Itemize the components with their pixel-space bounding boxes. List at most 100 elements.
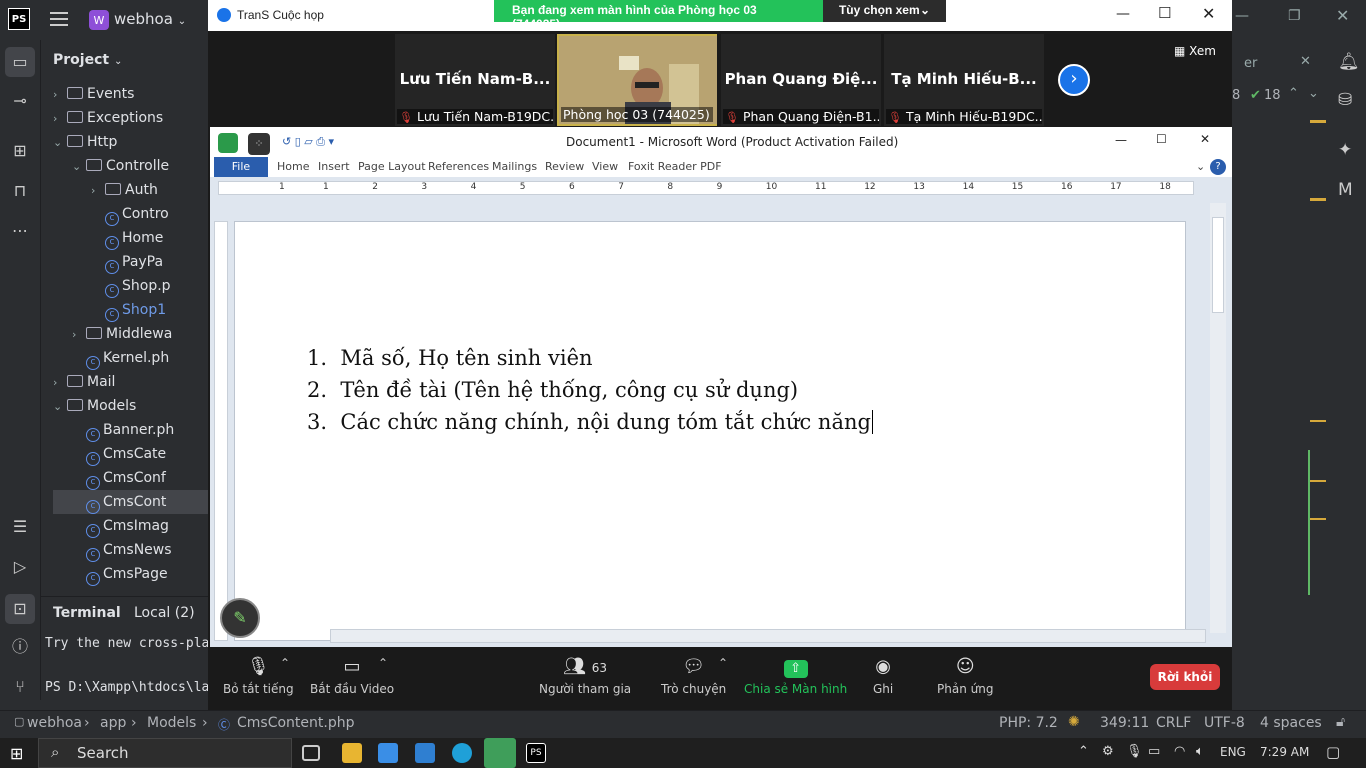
markdown-icon[interactable]: M (1338, 180, 1353, 200)
minimize-icon[interactable]: — (1115, 133, 1127, 147)
tab-review[interactable]: Review (545, 160, 584, 173)
file-explorer-icon[interactable] (342, 743, 362, 763)
minimize-icon[interactable]: — (1116, 6, 1130, 22)
chevron-down-icon[interactable]: ⌄ (53, 131, 67, 154)
participant-tile[interactable]: Lưu Tiến Nam-B... 🎙︎ Lưu Tiến Nam-B19DC.… (395, 34, 555, 126)
clock[interactable]: 7:29 AM (1260, 745, 1309, 759)
chevron-up-icon[interactable]: ⌃ (1288, 86, 1299, 101)
tree-item[interactable]: ⌄ Http (53, 130, 213, 154)
participants-button[interactable]: 👥︎ 63 Người tham gia (539, 656, 631, 696)
chevron-down-icon[interactable]: ⌄ (72, 155, 86, 178)
chevron-right-icon[interactable]: › (53, 107, 67, 130)
windows-start-icon[interactable]: ⊞ (10, 744, 23, 763)
chevron-right-icon[interactable]: › (53, 371, 67, 394)
breadcrumb-app[interactable]: app (100, 715, 126, 731)
lock-icon[interactable]: 🔓︎ (1336, 714, 1345, 730)
close-icon[interactable]: ✕ (1200, 132, 1210, 146)
tab-foxit[interactable]: Foxit Reader PDF (628, 160, 722, 173)
document-page[interactable]: 1. Mã số, Họ tên sinh viên 2. Tên đề tài… (234, 221, 1186, 641)
horizontal-ruler[interactable]: 1 1 2 3 4 5 6 7 8 9 10 11 12 13 14 15 16 17 18 (218, 181, 1194, 195)
bookmark-icon[interactable]: ⊓ (9, 180, 31, 202)
chevron-down-icon[interactable]: ⌄ (53, 395, 67, 418)
chevron-down-icon[interactable]: ⌄ (1196, 160, 1205, 173)
leave-button[interactable]: Rời khỏi (1150, 664, 1220, 690)
tab-close-icon[interactable]: ✕ (1300, 54, 1311, 69)
scroll-thumb[interactable] (1212, 217, 1224, 313)
chat-options-chevron-icon[interactable]: ⌃ (718, 656, 728, 670)
participant-tile[interactable]: Phan Quang Điệ... 🎙︎ Phan Quang Điện-B1.… (721, 34, 881, 126)
chevron-right-icon[interactable]: › (91, 179, 105, 202)
wifi-icon[interactable]: ◠ (1174, 744, 1185, 759)
tab-home[interactable]: Home (277, 160, 309, 173)
git-icon[interactable]: ⑂ (9, 676, 31, 698)
share-screen-button[interactable]: ⇧ Chia sẻ Màn hình (744, 656, 847, 696)
phpstorm-taskbar-icon[interactable]: PS (526, 743, 546, 763)
video-options-chevron-icon[interactable]: ⌃ (378, 656, 388, 670)
close-icon[interactable]: ✕ (1202, 4, 1215, 23)
volume-icon[interactable]: 🔈︎ (1196, 744, 1204, 759)
close-icon[interactable]: ✕ (1336, 6, 1349, 25)
inspection-icon[interactable]: ✺ (1068, 714, 1080, 730)
next-page-button[interactable]: › (1058, 64, 1090, 96)
line-ending[interactable]: CRLF (1156, 715, 1191, 731)
task-view-icon[interactable] (302, 745, 320, 761)
database-icon[interactable]: ⛁ (1338, 90, 1352, 110)
mail-icon[interactable] (415, 743, 435, 763)
horizontal-scrollbar[interactable] (330, 629, 1206, 643)
participant-tile-active[interactable]: Phòng học 03 (744025) (557, 34, 717, 126)
minimize-icon[interactable]: — (1235, 8, 1249, 24)
store-icon[interactable] (378, 743, 398, 763)
tab-page-layout[interactable]: Page Layout (358, 160, 426, 173)
commit-icon[interactable]: ⊸ (9, 90, 31, 112)
structure-icon[interactable]: ⊞ (9, 140, 31, 162)
tree-item[interactable]: ⌄ Models (53, 394, 213, 418)
tab-mailings[interactable]: Mailings (492, 160, 537, 173)
record-button[interactable]: ◉ Ghi (873, 656, 893, 696)
project-panel-title[interactable]: Project ⌄ (53, 52, 122, 68)
chevron-down-icon[interactable]: ⌄ (1308, 86, 1319, 101)
terminal-icon[interactable]: ⊡ (5, 594, 35, 624)
tree-item[interactable]: › Mail (53, 370, 213, 394)
php-version[interactable]: PHP: 7.2 (999, 715, 1058, 731)
chevron-right-icon[interactable]: › (72, 323, 86, 346)
view-toggle[interactable]: ▦ Xem (1174, 44, 1216, 58)
breadcrumb-models[interactable]: Models (147, 715, 196, 731)
tab-file[interactable]: File (214, 157, 268, 177)
vertical-scrollbar[interactable] (1210, 203, 1226, 633)
chevron-right-icon[interactable]: › (53, 83, 67, 106)
file-encoding[interactable]: UTF-8 (1204, 715, 1245, 731)
notifications-icon[interactable]: 🔔︎ (1338, 52, 1360, 72)
tab-insert[interactable]: Insert (318, 160, 350, 173)
tree-item[interactable]: › Events (53, 82, 213, 106)
more-icon[interactable]: ⋯ (9, 220, 31, 242)
maximize-icon[interactable]: ☐ (1158, 4, 1171, 22)
reactions-button[interactable]: ☺ Phản ứng (937, 656, 993, 696)
warning-count[interactable]: 8 (1232, 88, 1240, 103)
audio-options-chevron-icon[interactable]: ⌃ (280, 656, 290, 670)
zoom-app-icon[interactable] (484, 738, 516, 768)
todo-icon[interactable]: ☰ (9, 516, 31, 538)
taskbar-search[interactable]: ⌕ Search (38, 738, 292, 768)
edge-icon[interactable] (452, 743, 472, 763)
problems-icon[interactable]: ⓘ (9, 636, 31, 658)
notification-center-icon[interactable]: ▢ (1326, 743, 1340, 761)
ai-assistant-icon[interactable]: ✦ (1338, 140, 1352, 160)
terminal-output[interactable]: Try the new cross-pla PS D:\Xampp\htdocs… (41, 632, 209, 702)
chevron-up-icon[interactable]: ⌃ (1078, 744, 1089, 759)
tab-fragment[interactable]: er (1244, 56, 1257, 71)
tab-terminal[interactable]: Terminal (53, 605, 121, 621)
chat-button[interactable]: 💬︎ Trò chuyện (661, 656, 726, 696)
quick-access-toolbar[interactable]: ↺ ▯ ▱ ⎙ ▾ (282, 135, 334, 149)
annotate-pencil-icon[interactable]: ✎ (220, 598, 260, 638)
apps-icon[interactable]: ⁘ (248, 133, 270, 155)
tab-references[interactable]: References (428, 160, 489, 173)
project-switcher[interactable]: webhoa ⌄ (114, 10, 186, 28)
vertical-ruler[interactable] (214, 221, 228, 641)
main-menu-icon[interactable] (50, 12, 68, 26)
tab-view[interactable]: View (592, 160, 618, 173)
microphone-icon[interactable]: 🎙︎ (1126, 744, 1143, 759)
restore-icon[interactable]: ❐ (1288, 8, 1301, 24)
check-count[interactable]: 18 (1264, 88, 1281, 103)
battery-icon[interactable]: ▭ (1148, 744, 1160, 759)
network-icon[interactable]: ⚙ (1102, 744, 1114, 759)
